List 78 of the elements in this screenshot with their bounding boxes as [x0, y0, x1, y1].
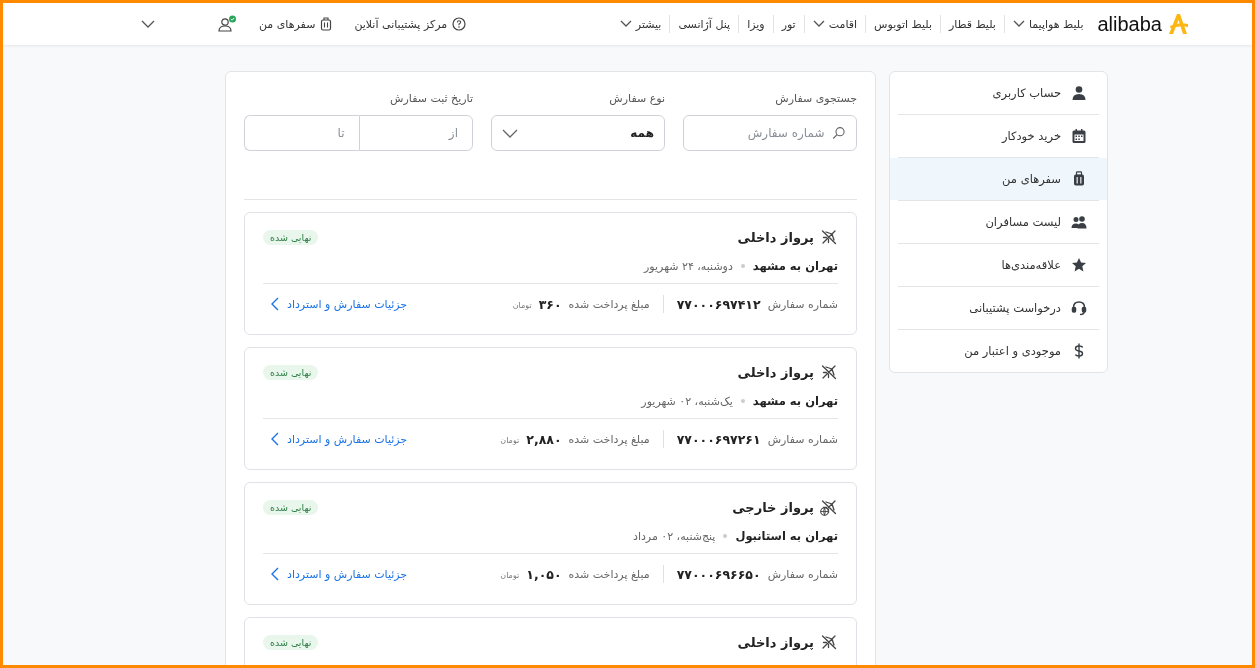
headset-icon[interactable]: [1071, 300, 1087, 316]
date-from-input[interactable]: از: [371, 125, 460, 141]
date-from-field[interactable]: از: [358, 115, 473, 151]
sidebar-item[interactable]: لیست مسافران: [890, 201, 1107, 243]
currency-text: تومان: [500, 436, 520, 445]
sidebar-item[interactable]: حساب کاربری: [890, 72, 1107, 114]
sidebar-item[interactable]: موجودی و اعتبار من: [890, 330, 1107, 372]
person-icon[interactable]: [1071, 85, 1087, 101]
chevron-left-icon[interactable]: [271, 567, 279, 581]
chevron-down-icon[interactable]: [812, 20, 825, 28]
route-text: تهران به استانبول: [735, 529, 838, 543]
nav-link[interactable]: بلیط اتوبوس: [874, 17, 932, 31]
sidebar-item[interactable]: خرید خودکار: [890, 115, 1107, 157]
order-details-link[interactable]: جزئیات سفارش و استرداد: [271, 297, 408, 311]
chevron-down-icon[interactable]: [141, 20, 155, 28]
nav-link[interactable]: ویزا: [747, 17, 765, 31]
nav-link[interactable]: اقامت: [812, 17, 858, 31]
search-icon: [832, 125, 846, 141]
logo-text[interactable]: alibaba: [1097, 12, 1162, 36]
paid-amount: ۱,۰۵۰: [526, 566, 562, 582]
star-icon[interactable]: [1071, 257, 1087, 273]
order-title: پرواز داخلی: [737, 229, 814, 245]
route-text: تهران به مشهد: [752, 259, 838, 273]
sidebar-item[interactable]: علاقه‌مندی‌ها: [890, 244, 1107, 286]
date-to-field[interactable]: تا: [244, 115, 359, 151]
order-number: ۷۷۰۰۰۶۹۶۶۵۰: [676, 566, 761, 582]
user-icon[interactable]: [217, 15, 237, 33]
date-text: یک‌شنبه، ۰۲ شهریور: [641, 394, 733, 408]
suitcase-icon[interactable]: [320, 17, 333, 31]
search-input[interactable]: شماره سفارش: [694, 125, 827, 141]
people-icon[interactable]: [1071, 214, 1087, 230]
order-title: پرواز داخلی: [737, 364, 814, 380]
order-number-label: شماره سفارش: [767, 567, 838, 581]
field-label: نوع سفارش: [608, 92, 665, 105]
status-badge: نهایی شده: [263, 229, 319, 245]
status-badge: نهایی شده: [263, 634, 319, 650]
paid-amount-label: مبلغ پرداخت شده: [568, 432, 650, 446]
order-title: پرواز خارجی: [732, 499, 814, 515]
sidebar-item[interactable]: سفرهای من: [890, 158, 1107, 200]
support-link[interactable]: مرکز پشتیبانی آنلاین: [354, 17, 467, 31]
nav-link[interactable]: بلیط هواپیما: [1012, 17, 1084, 31]
order-number: ۷۷۰۰۰۶۹۷۴۱۲: [676, 296, 761, 312]
date-text: پنج‌شنبه، ۰۲ مرداد: [633, 529, 716, 543]
chevron-left-icon[interactable]: [271, 432, 279, 446]
my-trips-link[interactable]: سفرهای من: [259, 17, 333, 31]
sidebar-item[interactable]: درخواست پشتیبانی: [890, 287, 1107, 329]
nav-link[interactable]: تور: [781, 17, 796, 31]
calendar-icon[interactable]: [1071, 128, 1087, 144]
order-number-label: شماره سفارش: [767, 297, 838, 311]
currency-text: تومان: [512, 301, 532, 310]
chevron-left-icon[interactable]: [271, 297, 279, 311]
order-details-link[interactable]: جزئیات سفارش و استرداد: [271, 567, 408, 581]
paid-amount: ۲,۸۸۰: [526, 431, 562, 447]
order-number: ۷۷۰۰۰۶۹۷۲۶۱: [676, 431, 761, 447]
suitcase-icon[interactable]: [1071, 171, 1087, 187]
nav-link[interactable]: پنل آژانسی: [678, 17, 731, 31]
paid-amount: ۳۶۰: [538, 296, 562, 312]
search-field[interactable]: شماره سفارش: [683, 115, 857, 151]
nav-link[interactable]: بیشتر: [619, 17, 662, 31]
currency-text: تومان: [500, 571, 520, 580]
chevron-down-icon[interactable]: [619, 20, 632, 28]
order-number-label: شماره سفارش: [767, 432, 838, 446]
nav-link[interactable]: بلیط قطار: [949, 17, 996, 31]
status-badge: نهایی شده: [263, 364, 319, 380]
order-type-dropdown[interactable]: همه: [491, 115, 665, 151]
order-details-link[interactable]: جزئیات سفارش و استرداد: [271, 432, 408, 446]
status-badge: نهایی شده: [263, 499, 319, 515]
field-label: تاریخ ثبت سفارش: [389, 92, 473, 105]
field-label: جستجوی سفارش: [774, 92, 857, 105]
chevron-down-icon[interactable]: [1012, 20, 1025, 28]
question-icon[interactable]: [452, 17, 467, 31]
date-text: دوشنبه، ۲۴ شهریور: [644, 259, 733, 273]
chevron-down-icon[interactable]: [502, 128, 518, 138]
paid-amount-label: مبلغ پرداخت شده: [568, 297, 650, 311]
route-text: تهران به مشهد: [752, 394, 838, 408]
paid-amount-label: مبلغ پرداخت شده: [568, 567, 650, 581]
date-to-input[interactable]: تا: [257, 125, 347, 141]
order-title: پرواز داخلی: [737, 634, 814, 650]
